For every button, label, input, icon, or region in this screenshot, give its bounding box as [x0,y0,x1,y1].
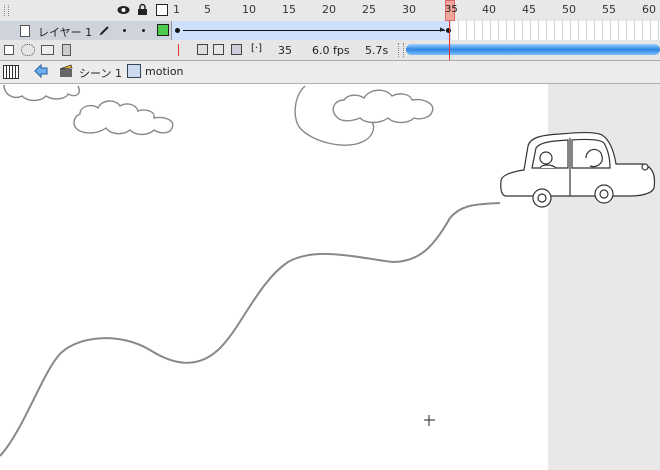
frame-number: 60 [642,3,656,16]
symbol-name[interactable]: motion [145,65,184,78]
scroll-divider [398,43,404,57]
frame-number: 15 [282,3,296,16]
add-motion-guide-icon[interactable] [21,44,35,56]
frame-number: 25 [362,3,376,16]
center-frame-icon[interactable] [178,44,179,56]
back-arrow-icon[interactable] [33,63,49,82]
scene-clapper-icon [59,64,73,81]
edit-multiple-frames-icon[interactable] [231,44,242,55]
symbol-icon [127,64,141,78]
outline-color-swatch[interactable] [157,24,169,36]
add-layer-icon[interactable] [4,45,14,55]
onion-skin-outlines-icon[interactable] [213,44,224,55]
frame-number: 55 [602,3,616,16]
tween-arrow [183,30,445,31]
crosshair-cursor [424,415,435,426]
stage-canvas[interactable] [0,84,660,470]
frame-number: 10 [242,3,256,16]
pencil-icon[interactable] [99,24,111,39]
playhead-frame-number: 35 [445,4,458,15]
onion-skin-icon[interactable] [197,44,208,55]
layer-page-icon [20,25,30,37]
start-keyframe[interactable] [175,28,180,33]
playhead[interactable]: 35 [445,0,458,21]
modify-onion-markers-icon[interactable]: [·] [251,43,262,54]
elapsed-time-readout: 5.7s [365,44,389,57]
playhead-line [449,21,450,60]
empty-frames[interactable] [451,21,660,40]
frame-number: 50 [562,3,576,16]
timeline-header: 1 5 10 15 20 25 30 40 45 50 55 60 [0,0,660,22]
timeline-toggle-icon[interactable] [3,65,19,79]
frame-number: 45 [522,3,536,16]
eye-icon[interactable] [117,4,130,19]
cloud-left [73,100,174,136]
add-folder-icon[interactable] [41,45,54,55]
frame-number: 40 [482,3,496,16]
visibility-dot[interactable] [123,29,126,32]
hill-road-line [0,202,501,457]
car-illustration [500,132,656,208]
outline-icon[interactable] [156,4,168,16]
scene-link[interactable]: シーン 1 [79,65,122,81]
current-frame-readout: 35 [278,44,292,57]
drag-handle-icon[interactable] [4,5,9,16]
frame-ruler[interactable]: 1 5 10 15 20 25 30 40 45 50 55 60 [171,0,660,21]
tween-arrow-head: ▸ [440,25,445,35]
lock-icon[interactable] [137,3,148,19]
frame-rate-readout[interactable]: 6.0 fps [312,44,350,57]
frame-number: 1 [173,3,180,16]
delete-layer-icon[interactable] [62,44,71,56]
layer-name[interactable]: レイヤー 1 [38,24,92,40]
frame-number: 20 [322,3,336,16]
cloud-center [294,85,434,146]
layer-name-cell[interactable]: レイヤー 1 [0,21,171,40]
lock-dot[interactable] [142,29,145,32]
layer-row[interactable]: レイヤー 1 ▸ [0,21,660,41]
motion-tween-span[interactable]: ▸ [171,21,452,40]
frame-number: 30 [402,3,416,16]
timeline-status-bar: [·] 35 6.0 fps 5.7s [0,40,660,61]
frame-number: 5 [204,3,211,16]
cloud-left-top [3,84,80,102]
timeline-horizontal-scrollbar[interactable] [406,44,660,55]
edit-bar: シーン 1 motion [0,61,660,84]
